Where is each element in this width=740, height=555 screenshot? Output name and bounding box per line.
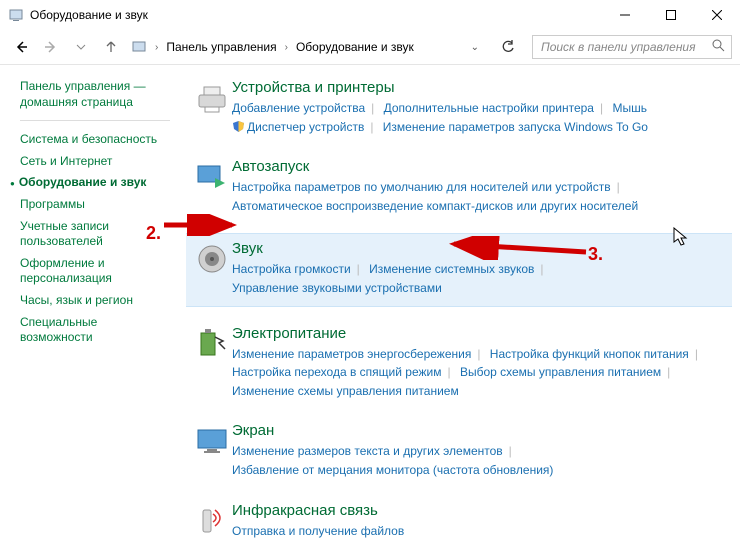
sidebar-item-clock[interactable]: Часы, язык и регион [20, 290, 170, 312]
category-devices: Устройства и принтеры Добавление устройс… [192, 75, 726, 140]
category-sound: Звук Настройка громкости| Изменение сист… [186, 233, 732, 306]
maximize-button[interactable] [648, 0, 694, 30]
minimize-button[interactable] [602, 0, 648, 30]
minimize-icon [620, 10, 630, 20]
chevron-down-icon [76, 42, 86, 52]
sidebar-item-network[interactable]: Сеть и Интернет [20, 151, 170, 173]
control-panel-home[interactable]: Панель управления — домашняя страница [20, 79, 170, 110]
category-title[interactable]: Экран [232, 422, 726, 439]
breadcrumb-root[interactable]: Панель управления [162, 38, 280, 56]
sidebar-item-hardware[interactable]: Оборудование и звук [20, 172, 170, 194]
control-panel-small-icon [131, 39, 147, 55]
category-title[interactable]: Автозапуск [232, 158, 726, 175]
search-box[interactable] [532, 35, 732, 59]
display-icon [192, 422, 232, 479]
link-power-buttons[interactable]: Настройка функций кнопок питания [490, 347, 689, 361]
back-button[interactable] [8, 34, 34, 60]
link-system-sounds[interactable]: Изменение системных звуков [369, 262, 534, 276]
control-panel-icon [8, 7, 24, 23]
category-autoplay: Автозапуск Настройка параметров по умолч… [192, 154, 726, 219]
title-bar: Оборудование и звук [0, 0, 740, 30]
link-refresh-rate[interactable]: Избавление от мерцания монитора (частота… [232, 463, 553, 477]
sidebar-item-appearance[interactable]: Оформление и персонализация [20, 253, 170, 290]
toolbar: › Панель управления › Оборудование и зву… [0, 30, 740, 64]
sidebar-item-users[interactable]: Учетные записи пользователей [20, 216, 170, 253]
back-arrow-icon [13, 39, 29, 55]
link-power-plan-edit[interactable]: Изменение схемы управления питанием [232, 384, 459, 398]
devices-printers-icon [192, 79, 232, 136]
sidebar-item-system[interactable]: Система и безопасность [20, 129, 170, 151]
search-icon[interactable] [712, 39, 725, 55]
category-title[interactable]: Электропитание [232, 325, 726, 342]
sound-icon [192, 240, 232, 297]
link-send-receive[interactable]: Отправка и получение файлов [232, 524, 404, 538]
power-icon [192, 325, 232, 401]
refresh-icon [501, 40, 515, 54]
close-icon [712, 10, 722, 20]
category-title[interactable]: Устройства и принтеры [232, 79, 726, 96]
up-button[interactable] [98, 34, 124, 60]
close-button[interactable] [694, 0, 740, 30]
link-sleep[interactable]: Настройка перехода в спящий режим [232, 365, 441, 379]
link-volume[interactable]: Настройка громкости [232, 262, 351, 276]
link-power-settings[interactable]: Изменение параметров энергосбережения [232, 347, 471, 361]
main-content: Устройства и принтеры Добавление устройс… [178, 65, 740, 555]
link-mouse[interactable]: Мышь [612, 101, 647, 115]
link-printer-settings[interactable]: Дополнительные настройки принтера [384, 101, 594, 115]
link-power-plan-choose[interactable]: Выбор схемы управления питанием [460, 365, 661, 379]
link-autoplay-cd[interactable]: Автоматическое воспроизведение компакт-д… [232, 199, 638, 213]
category-title[interactable]: Звук [232, 240, 726, 257]
maximize-icon [666, 10, 676, 20]
category-title[interactable]: Инфракрасная связь [232, 502, 726, 519]
up-arrow-icon [103, 39, 119, 55]
sidebar-item-programs[interactable]: Программы [20, 194, 170, 216]
link-autoplay-defaults[interactable]: Настройка параметров по умолчанию для но… [232, 180, 611, 194]
sidebar: Панель управления — домашняя страница Си… [0, 65, 178, 555]
category-display: Экран Изменение размеров текста и других… [192, 418, 726, 483]
breadcrumb-current[interactable]: Оборудование и звук [292, 38, 418, 56]
breadcrumb[interactable]: › Панель управления › Оборудование и зву… [128, 35, 488, 59]
autoplay-icon [192, 158, 232, 215]
infrared-icon [192, 502, 232, 541]
shield-icon [232, 120, 245, 133]
link-windows-togo[interactable]: Изменение параметров запуска Windows To … [383, 120, 648, 134]
mouse-cursor-icon [673, 227, 689, 247]
forward-button[interactable] [38, 34, 64, 60]
link-device-manager[interactable]: Диспетчер устройств [247, 120, 364, 134]
sidebar-item-accessibility[interactable]: Специальные возможности [20, 312, 170, 349]
category-infrared: Инфракрасная связь Отправка и получение … [192, 498, 726, 545]
chevron-right-icon[interactable]: › [151, 42, 162, 53]
link-add-device[interactable]: Добавление устройства [232, 101, 365, 115]
breadcrumb-dropdown[interactable]: ⌄ [471, 42, 485, 53]
recent-locations-button[interactable] [68, 34, 94, 60]
link-manage-audio-devices[interactable]: Управление звуковыми устройствами [232, 281, 442, 295]
refresh-button[interactable] [496, 35, 520, 59]
window-title: Оборудование и звук [30, 8, 602, 22]
forward-arrow-icon [43, 39, 59, 55]
chevron-right-icon[interactable]: › [281, 42, 292, 53]
search-input[interactable] [539, 39, 712, 55]
separator [20, 120, 170, 121]
category-power: Электропитание Изменение параметров энер… [192, 321, 726, 405]
link-text-size[interactable]: Изменение размеров текста и других элеме… [232, 444, 503, 458]
